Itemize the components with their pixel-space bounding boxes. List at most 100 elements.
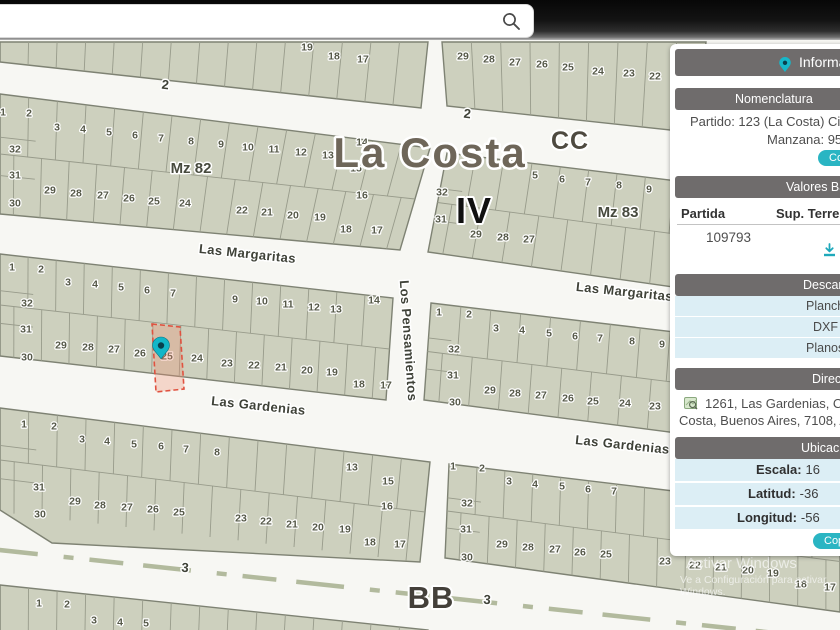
parcel-number: 7 (183, 444, 189, 456)
parcel-number: 19 (314, 212, 326, 224)
parcel-boundary (68, 312, 71, 364)
parcel-number: 20 (301, 365, 313, 377)
parcel-number: 27 (509, 57, 521, 69)
parcel-number: 22 (260, 516, 272, 528)
parcel-number: 30 (449, 397, 461, 409)
search-icon[interactable] (502, 12, 521, 31)
download-item-plancheta[interactable]: Plancheta (675, 296, 840, 316)
parcel-number: 17 (824, 582, 836, 594)
parcel-number: 1 (36, 598, 42, 610)
address-map-icon (684, 396, 698, 413)
parcel-number: 13 (346, 462, 358, 474)
place-label: IV (456, 190, 492, 231)
parcel-number: 7 (170, 288, 176, 300)
parcel-number: 12 (295, 147, 307, 159)
parcel-number: 18 (795, 579, 807, 591)
parcel-number: 26 (574, 547, 586, 559)
place-label: Mz 83 (598, 204, 639, 221)
parcel-number: 27 (121, 502, 133, 514)
place-label: CC (551, 127, 589, 155)
parcel-number: 28 (522, 542, 534, 554)
parcel-number: 18 (364, 537, 376, 549)
street-label: 2 (463, 106, 472, 122)
download-icon[interactable] (821, 242, 838, 261)
parcel-number: 32 (21, 298, 33, 310)
copy-ubicacion-button[interactable]: Copiar (813, 533, 840, 549)
parcel-number: 3 (65, 277, 71, 289)
parcel-number: 1 (9, 262, 15, 274)
panel-title: Ubicación (801, 441, 840, 455)
parcel-number: 4 (117, 617, 123, 629)
parcel-number: 17 (357, 54, 369, 66)
parcel-number: 23 (659, 556, 671, 568)
parcel-number: 23 (235, 513, 247, 525)
parcel-number: 24 (191, 353, 203, 365)
parcel-number: 6 (132, 130, 138, 142)
parcel-number: 7 (611, 486, 617, 498)
parcel-number: 25 (600, 549, 612, 561)
column-header-superficie: Sup. Terreno (776, 206, 840, 221)
parcel-number: 8 (629, 336, 635, 348)
selected-parcel-outline[interactable] (151, 323, 185, 393)
parcel-number: 21 (261, 207, 273, 219)
parcel-number: 14 (368, 295, 380, 307)
parcel-number: 3 (79, 434, 85, 446)
parcel-number: 30 (461, 552, 473, 564)
parcel-number: 22 (689, 560, 701, 572)
parcel-number: 28 (82, 342, 94, 354)
longitude-row: Longitud: -56 (675, 507, 840, 529)
place-label: BB (408, 580, 455, 615)
info-sidebar: Información Nomenclatura Partido: 123 (L… (670, 44, 840, 556)
panel-valores: Valores Básicos Partida Sup. Terreno 109… (675, 176, 840, 268)
parcel-number: 28 (497, 232, 509, 244)
parcel-number: 2 (26, 108, 32, 120)
parcel-number: 6 (559, 174, 565, 186)
parcel-number: 28 (70, 188, 82, 200)
parcel-number: 20 (287, 210, 299, 222)
panel-nomenclatura: Nomenclatura Partido: 123 (La Costa) Cir… (675, 88, 840, 166)
parcel-number: 26 (147, 504, 159, 516)
parcel-number: 21 (275, 362, 287, 374)
parcel-number: 9 (659, 339, 665, 351)
parcel-number: 3 (506, 476, 512, 488)
parcel-number: 24 (592, 66, 604, 78)
parcel-number: 26 (123, 193, 135, 205)
parcel-number: 28 (94, 500, 106, 512)
parcel-number: 29 (55, 340, 67, 352)
parcel-number: 6 (572, 331, 578, 343)
parcel-number: 18 (353, 379, 365, 391)
latitude-value: -36 (799, 486, 819, 501)
parcel-number: 2 (51, 421, 57, 433)
street-label: 3 (483, 592, 492, 608)
parcel-number: 24 (179, 198, 191, 210)
parcel-number: 31 (460, 524, 472, 536)
scale-label: Escala: (756, 462, 802, 477)
parcel-number: 19 (339, 524, 351, 536)
panel-title: Información (799, 54, 840, 70)
parcel-number: 32 (461, 498, 473, 510)
panel-ubicacion: Ubicación Escala:16 Latitud:-36 Longitud… (675, 437, 840, 551)
pin-center-dot (157, 342, 165, 349)
parcel-number: 4 (104, 436, 110, 448)
parcel-number: 28 (509, 388, 521, 400)
parcel-number: 12 (308, 302, 320, 314)
parcel-number: 9 (646, 184, 652, 196)
parcel-number: 4 (519, 325, 525, 337)
parcel-number: 7 (597, 333, 603, 345)
copy-nomenclatura-button[interactable]: Copiar (818, 150, 840, 166)
parcel-number: 31 (435, 214, 447, 226)
info-pin-icon (778, 55, 792, 82)
place-label: Mz 82 (171, 160, 212, 177)
panel-title: Valores Básicos (786, 180, 840, 194)
parcel-number: 29 (457, 51, 469, 63)
map-viewer-screen: 19 18 17 29 28 27 26 25 24 23 22 1 2 3 4 5 6 7 8 9 10 11 12 13 1… (0, 0, 840, 630)
parcel-number: 7 (585, 177, 591, 189)
parcel-number: 5 (118, 282, 124, 294)
parcel-number: 11 (282, 299, 293, 311)
parcel-number: 22 (649, 71, 661, 83)
download-item-planos[interactable]: Planos (675, 338, 840, 358)
search-input[interactable] (0, 4, 534, 38)
download-item-dxf[interactable]: DXF (675, 317, 840, 337)
panel-header-ubicacion: Ubicación (675, 437, 840, 459)
parcel-boundary (55, 260, 57, 312)
